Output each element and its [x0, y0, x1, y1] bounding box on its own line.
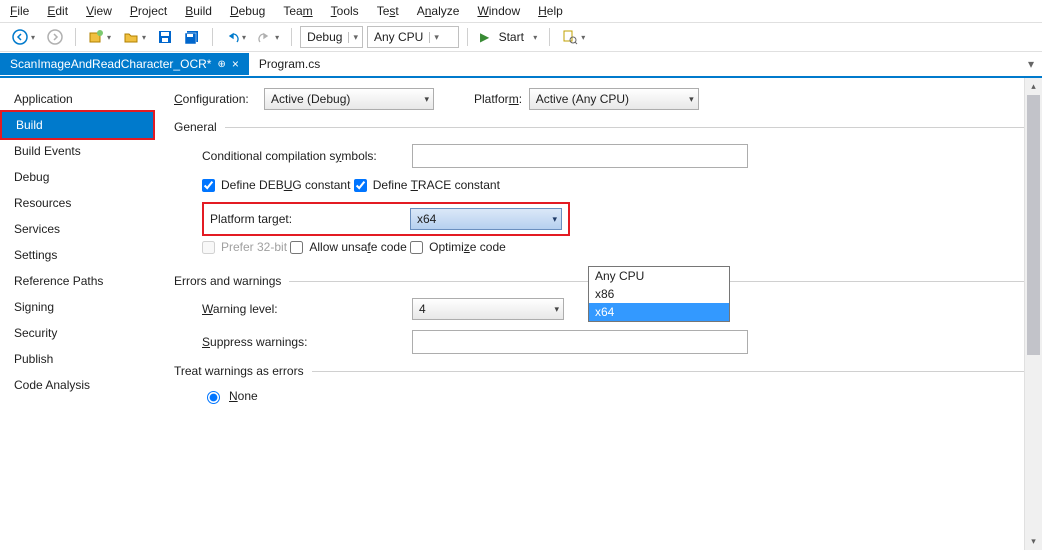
platform-target-option-x64[interactable]: x64 — [589, 303, 729, 321]
sidebar-item-reference-paths[interactable]: Reference Paths — [0, 268, 155, 294]
tab-label: Program.cs — [259, 57, 320, 71]
menu-team[interactable]: Team — [283, 4, 312, 18]
scroll-thumb[interactable] — [1027, 95, 1040, 355]
pin-icon[interactable]: ⊕ — [217, 59, 225, 70]
sidebar-item-resources[interactable]: Resources — [0, 190, 155, 216]
sidebar-item-code-analysis[interactable]: Code Analysis — [0, 372, 155, 398]
sidebar-item-application[interactable]: Application — [0, 86, 155, 112]
menu-edit[interactable]: Edit — [47, 4, 68, 18]
undo-button[interactable]: ▾ — [221, 28, 250, 46]
optimize-code-checkbox[interactable]: Optimize code — [410, 240, 506, 254]
find-in-files-button[interactable]: ▾ — [558, 27, 589, 47]
sidebar-item-security[interactable]: Security — [0, 320, 155, 346]
scroll-up-button[interactable]: ▴ — [1025, 78, 1042, 95]
nav-fwd-button[interactable] — [43, 27, 67, 47]
warning-level-label: Warning level: — [202, 302, 412, 316]
menu-tools[interactable]: Tools — [331, 4, 359, 18]
configuration-dropdown[interactable]: Active (Debug)▾ — [264, 88, 434, 110]
platform-target-highlight: Platform target: x64▾ — [202, 202, 570, 236]
platform-target-label: Platform target: — [210, 212, 350, 226]
treat-none-radio[interactable]: None — [202, 388, 258, 404]
nav-back-button[interactable]: ▾ — [8, 27, 39, 47]
sidebar-item-services[interactable]: Services — [0, 216, 155, 242]
menu-file[interactable]: FFileile — [10, 4, 29, 18]
sidebar-item-debug[interactable]: Debug — [0, 164, 155, 190]
treat-warnings-header: Treat warnings as errors — [174, 364, 1024, 378]
platform-target-option-anycpu[interactable]: Any CPU — [589, 267, 729, 285]
menu-build[interactable]: Build — [185, 4, 212, 18]
solution-config-dropdown[interactable]: Debug▾ — [300, 26, 363, 48]
tab-label: ScanImageAndReadCharacter_OCR* — [10, 57, 211, 71]
sidebar-item-build-events[interactable]: Build Events — [0, 138, 155, 164]
new-project-button[interactable]: ▾ — [84, 27, 115, 47]
cond-symbols-input[interactable] — [412, 144, 748, 168]
general-section-header: General — [174, 120, 1024, 134]
menu-help[interactable]: Help — [538, 4, 563, 18]
platform-target-options: Any CPU x86 x64 — [588, 266, 730, 322]
platform-target-option-x86[interactable]: x86 — [589, 285, 729, 303]
sidebar-item-settings[interactable]: Settings — [0, 242, 155, 268]
tab-overflow-button[interactable]: ▾ — [1020, 57, 1042, 71]
sidebar-item-publish[interactable]: Publish — [0, 346, 155, 372]
redo-button[interactable]: ▾ — [254, 28, 283, 46]
define-debug-checkbox[interactable]: Define DEBUG constant — [202, 178, 350, 192]
define-trace-checkbox[interactable]: Define TRACE constant — [354, 178, 500, 192]
sidebar-item-signing[interactable]: Signing — [0, 294, 155, 320]
platform-target-dropdown[interactable]: x64▾ — [410, 208, 562, 230]
tab-project-properties[interactable]: ScanImageAndReadCharacter_OCR* ⊕ × — [0, 53, 249, 75]
start-debug-button[interactable]: ▶ Start ▾ — [476, 28, 541, 46]
menu-bar: FFileile Edit View Project Build Debug T… — [0, 0, 1042, 22]
cond-symbols-label: Conditional compilation symbols: — [202, 149, 412, 163]
menu-project[interactable]: Project — [130, 4, 167, 18]
toolbar: ▾ ▾ ▾ ▾ ▾ Debug▾ Any CPU▾ ▶ Start ▾ ▾ — [0, 22, 1042, 52]
menu-window[interactable]: Window — [477, 4, 520, 18]
save-all-button[interactable] — [180, 28, 204, 46]
warning-level-dropdown[interactable]: 4▾ — [412, 298, 564, 320]
suppress-warnings-label: Suppress warnings: — [202, 335, 412, 349]
sidebar-item-build[interactable]: Build — [0, 110, 155, 140]
build-page: Configuration: Active (Debug)▾ Platform:… — [156, 78, 1042, 550]
scroll-down-button[interactable]: ▾ — [1025, 533, 1042, 550]
property-page-nav: Application Build Build Events Debug Res… — [0, 78, 156, 550]
prefer-32bit-checkbox: Prefer 32-bit — [202, 240, 287, 254]
tab-program-cs[interactable]: Program.cs — [249, 53, 330, 75]
document-tabstrip: ScanImageAndReadCharacter_OCR* ⊕ × Progr… — [0, 52, 1042, 78]
menu-analyze[interactable]: Analyze — [417, 4, 460, 18]
menu-view[interactable]: View — [86, 4, 112, 18]
close-icon[interactable]: × — [232, 57, 239, 71]
allow-unsafe-checkbox[interactable]: Allow unsafe code — [290, 240, 406, 254]
menu-debug[interactable]: Debug — [230, 4, 265, 18]
configuration-label: Configuration: — [174, 92, 264, 106]
vertical-scrollbar[interactable]: ▴ ▾ — [1024, 78, 1042, 550]
suppress-warnings-input[interactable] — [412, 330, 748, 354]
platform-dropdown[interactable]: Active (Any CPU)▾ — [529, 88, 699, 110]
platform-label: Platform: — [474, 92, 529, 106]
menu-test[interactable]: Test — [377, 4, 399, 18]
save-button[interactable] — [154, 28, 176, 46]
solution-platform-dropdown[interactable]: Any CPU▾ — [367, 26, 459, 48]
open-button[interactable]: ▾ — [119, 27, 150, 47]
